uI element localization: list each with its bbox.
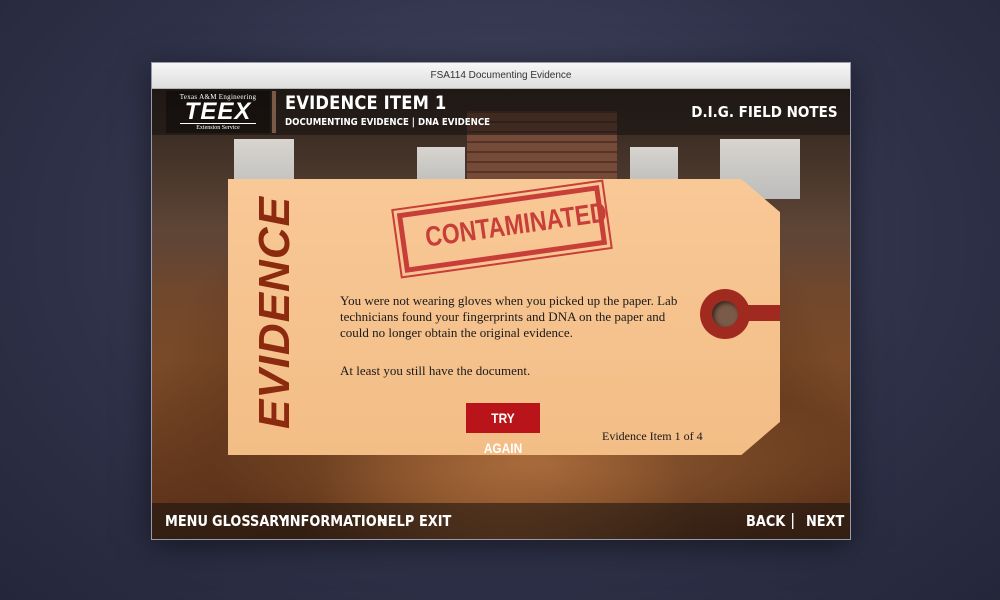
app-window: FSA114 Documenting Evidence Texas A&M En… bbox=[151, 62, 851, 540]
nav-separator: | bbox=[790, 510, 796, 529]
evidence-counter: Evidence Item 1 of 4 bbox=[602, 429, 703, 443]
glossary-button[interactable]: GLOSSARY bbox=[212, 512, 288, 530]
header-divider bbox=[272, 91, 276, 133]
teex-logo: Texas A&M Engineering TEEX Extension Ser… bbox=[166, 91, 270, 133]
feedback-message-2: At least you still have the document. bbox=[340, 363, 531, 378]
information-button[interactable]: INFORMATION bbox=[285, 512, 388, 530]
try-again-label: TRY AGAIN bbox=[483, 410, 523, 456]
header-bar: Texas A&M Engineering TEEX Extension Ser… bbox=[152, 89, 850, 135]
window-titlebar: FSA114 Documenting Evidence bbox=[152, 63, 850, 89]
page-title: EVIDENCE ITEM 1 bbox=[285, 92, 447, 114]
try-again-button[interactable]: TRY AGAIN bbox=[466, 403, 540, 455]
evidence-tag: EVIDENCE CONTAMINATED You were not weari… bbox=[228, 179, 780, 455]
contaminated-stamp: CONTAMINATED bbox=[391, 179, 613, 281]
menu-button[interactable]: MENU bbox=[165, 512, 208, 530]
next-button[interactable]: NEXT bbox=[806, 512, 844, 530]
field-notes-button[interactable]: D.I.G. FIELD NOTES bbox=[692, 103, 838, 121]
logo-mark: TEEX bbox=[184, 98, 252, 125]
feedback-message: You were not wearing gloves when you pic… bbox=[340, 293, 678, 340]
help-button[interactable]: HELP bbox=[377, 512, 414, 530]
back-button[interactable]: BACK bbox=[746, 512, 785, 530]
breadcrumb: DOCUMENTING EVIDENCE | DNA EVIDENCE bbox=[285, 117, 491, 128]
exit-button[interactable]: EXIT bbox=[419, 512, 451, 530]
footer-nav: MENU GLOSSARY INFORMATION HELP EXIT BACK… bbox=[152, 503, 850, 539]
tag-hole bbox=[712, 301, 738, 327]
evidence-side-label: EVIDENCE bbox=[250, 196, 299, 429]
scene-background: Texas A&M Engineering TEEX Extension Ser… bbox=[152, 89, 850, 539]
stamp-text: CONTAMINATED bbox=[423, 196, 609, 253]
